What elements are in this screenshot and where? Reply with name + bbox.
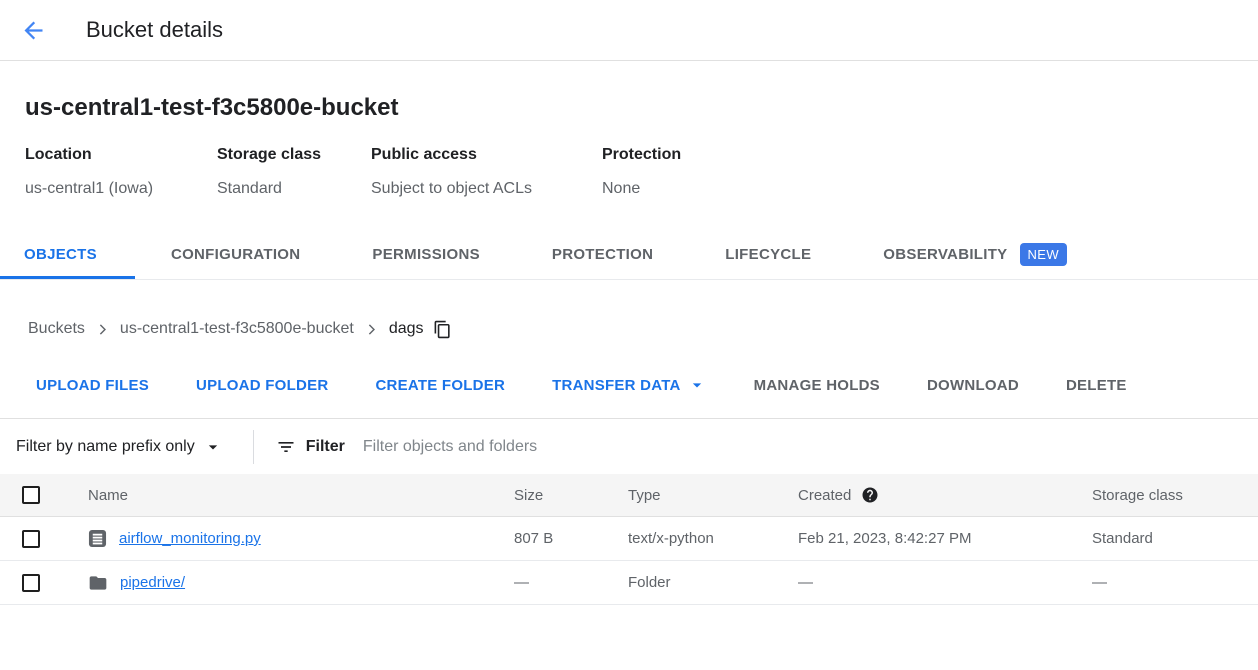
upload-folder-button[interactable]: UPLOAD FOLDER [196,377,328,394]
filter-bar: Filter by name prefix only Filter [0,418,1258,474]
tab-label: OBJECTS [24,246,97,263]
select-all-checkbox[interactable] [22,486,40,504]
created-help-button[interactable] [861,486,879,504]
manage-holds-button[interactable]: MANAGE HOLDS [754,377,880,394]
breadcrumb: Buckets us-central1-test-f3c5800e-bucket… [0,316,1258,342]
copy-icon [433,320,452,339]
bucket-meta-row: Location us-central1 (Iowa) Storage clas… [25,146,1233,198]
folder-icon [88,573,108,593]
dropdown-caret-icon [203,437,223,457]
object-link[interactable]: pipedrive/ [120,574,185,591]
tab-label: PERMISSIONS [372,246,480,263]
meta-storage-class: Storage class Standard [217,146,371,198]
new-badge: NEW [1020,243,1068,266]
objects-table: Name Size Type Created Storage class [0,474,1258,605]
meta-value: Subject to object ACLs [371,180,602,198]
tab-lifecycle[interactable]: LIFECYCLE [689,233,847,279]
filter-scope-dropdown[interactable]: Filter by name prefix only [16,437,223,457]
breadcrumb-buckets[interactable]: Buckets [28,320,85,338]
copy-path-button[interactable] [433,320,452,339]
bucket-summary: us-central1-test-f3c5800e-bucket Locatio… [0,94,1258,198]
table-row: pipedrive/ — Folder — — [0,561,1258,605]
tab-configuration[interactable]: CONFIGURATION [135,233,336,279]
meta-label: Public access [371,146,602,164]
tab-permissions[interactable]: PERMISSIONS [336,233,516,279]
object-type: text/x-python [628,530,798,547]
bucket-name: us-central1-test-f3c5800e-bucket [25,94,1233,122]
object-link[interactable]: airflow_monitoring.py [119,530,261,547]
back-button[interactable] [18,15,48,45]
meta-location: Location us-central1 (Iowa) [25,146,217,198]
object-name-cell: airflow_monitoring.py [66,529,514,548]
breadcrumb-current-folder: dags [389,320,424,338]
column-header-type[interactable]: Type [628,487,798,504]
row-checkbox-cell [0,530,66,548]
help-icon [861,486,879,504]
table-row: airflow_monitoring.py 807 B text/x-pytho… [0,517,1258,561]
column-header-size[interactable]: Size [514,487,628,504]
object-type: Folder [628,574,798,591]
object-created: — [798,574,1092,591]
object-toolbar: UPLOAD FILES UPLOAD FOLDER CREATE FOLDER… [0,366,1258,404]
vertical-divider [253,430,254,464]
filter-label: Filter [306,438,345,456]
chevron-right-icon [94,321,111,338]
column-header-storage-class[interactable]: Storage class [1092,487,1258,504]
meta-value: Standard [217,180,371,198]
object-name-cell: pipedrive/ [66,573,514,593]
chevron-right-icon [363,321,380,338]
bucket-details-page: Bucket details us-central1-test-f3c5800e… [0,0,1258,605]
file-icon [88,529,107,548]
object-size: — [514,574,628,591]
create-folder-button[interactable]: CREATE FOLDER [375,377,505,394]
tab-bar: OBJECTS CONFIGURATION PERMISSIONS PROTEC… [0,233,1258,280]
tab-objects[interactable]: OBJECTS [0,233,135,279]
object-created: Feb 21, 2023, 8:42:27 PM [798,530,1092,547]
tab-observability[interactable]: OBSERVABILITY NEW [847,233,1103,279]
meta-protection: Protection None [602,146,681,198]
column-header-created[interactable]: Created [798,486,1092,504]
transfer-data-label: TRANSFER DATA [552,377,681,394]
table-header-row: Name Size Type Created Storage class [0,474,1258,517]
tab-label: PROTECTION [552,246,653,263]
upload-files-button[interactable]: UPLOAD FILES [36,377,149,394]
delete-button[interactable]: DELETE [1066,377,1127,394]
object-storage-class: — [1092,574,1258,591]
row-checkbox-cell [0,574,66,592]
meta-value: us-central1 (Iowa) [25,180,217,198]
page-title: Bucket details [86,17,223,43]
meta-value: None [602,180,681,198]
filter-scope-label: Filter by name prefix only [16,438,195,456]
tab-label: LIFECYCLE [725,246,811,263]
meta-label: Location [25,146,217,164]
created-header-label: Created [798,487,851,504]
row-checkbox[interactable] [22,574,40,592]
arrow-left-icon [20,17,47,44]
app-bar: Bucket details [0,0,1258,61]
meta-label: Protection [602,146,681,164]
filter-icon [276,437,296,457]
tab-label: CONFIGURATION [171,246,300,263]
object-size: 807 B [514,530,628,547]
meta-public-access: Public access Subject to object ACLs [371,146,602,198]
meta-label: Storage class [217,146,371,164]
breadcrumb-bucket-name[interactable]: us-central1-test-f3c5800e-bucket [120,320,354,338]
column-header-name[interactable]: Name [66,487,514,504]
tab-label: OBSERVABILITY [883,246,1007,263]
row-checkbox[interactable] [22,530,40,548]
dropdown-caret-icon [687,375,707,395]
tab-protection[interactable]: PROTECTION [516,233,689,279]
object-storage-class: Standard [1092,530,1258,547]
download-button[interactable]: DOWNLOAD [927,377,1019,394]
header-checkbox-cell [0,486,66,504]
transfer-data-button[interactable]: TRANSFER DATA [552,375,707,395]
filter-input[interactable] [363,438,1258,456]
